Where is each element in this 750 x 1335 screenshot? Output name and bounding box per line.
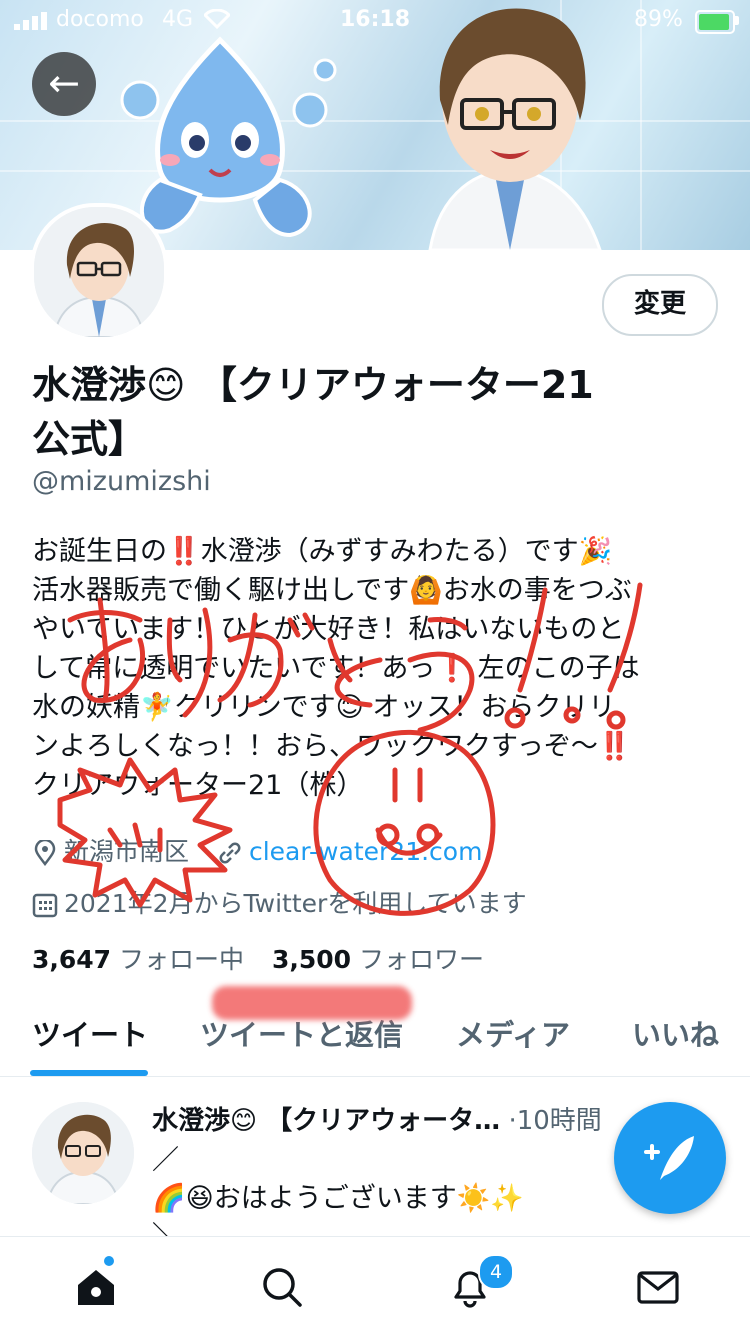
active-tab-indicator [30, 1070, 148, 1076]
calendar-icon [32, 893, 58, 918]
home-icon[interactable] [74, 1265, 118, 1309]
battery-percentage: 89% [634, 7, 683, 32]
tweet-avatar-illustration [32, 1102, 134, 1204]
follow-stats: 3,647 フォロー中 3,500 フォロワー [32, 940, 484, 976]
profile-bio: お誕生日の‼️水澄渉（みずすみわたる）です🎉 活水器販売で働く駆け出しです🙆お水… [32, 532, 722, 805]
home-unread-dot [104, 1256, 114, 1266]
avatar-illustration [34, 207, 164, 337]
tweet-text-line: 🌈😆おはようございます☀️✨ [152, 1183, 525, 1214]
status-bar: docomo 4G 16:18 89% [0, 0, 750, 40]
profile-name-line2: 公式】 [32, 417, 147, 461]
compose-tweet-button[interactable] [614, 1102, 726, 1214]
bio-line: お誕生日の‼️水澄渉（みずすみわたる）です🎉 [32, 536, 613, 567]
link-icon [219, 842, 241, 864]
followers-label: フォロワー [359, 945, 485, 974]
back-button[interactable]: ← [32, 52, 96, 116]
tab-tweets[interactable]: ツイート [32, 1012, 148, 1054]
profile-handle: @mizumizshi [32, 466, 211, 497]
tweet-header: 水澄渉😊 【クリアウォータ… ·10時間 [152, 1100, 602, 1137]
profile-name-line1: 水澄渉😊 【クリアウォーター21 [32, 363, 594, 407]
following-count: 3,647 [32, 945, 112, 974]
profile-avatar[interactable] [30, 203, 168, 341]
bio-line: やいています！ひとが大好き！私はいないものと [32, 614, 625, 645]
following-label: フォロー中 [119, 945, 245, 974]
tweet-text-line: ＼ [152, 1214, 179, 1236]
redaction-mark [212, 986, 412, 1020]
website-link[interactable]: clear-water21.com [249, 837, 482, 866]
profile-name: 水澄渉😊 【クリアウォーター21 公式】 [32, 358, 722, 466]
tweet-time: ·10時間 [508, 1106, 602, 1136]
location-text: 新潟市南区 [64, 837, 190, 866]
tweet-author: 水澄渉😊 【クリアウォータ… [152, 1106, 501, 1136]
bio-line: ンよろしくなっ！！おら、ワックワクすっぞ〜‼️ [32, 731, 632, 762]
following-link[interactable]: 3,647 フォロー中 [32, 945, 244, 974]
bio-line: 活水器販売で働く駆け出しです🙆お水の事をつぶ [32, 575, 632, 606]
tab-media[interactable]: メディア [456, 1012, 570, 1054]
bio-line: 水の妖精🧚クリリンです😊 オッス！おらクリリ [32, 692, 616, 723]
battery-tip [735, 16, 739, 25]
bio-line: して常に透明でいたいです！あっ❗ 左のこの子は [32, 653, 640, 684]
edit-profile-button[interactable]: 変更 [602, 274, 718, 336]
tweet-avatar[interactable] [32, 1102, 134, 1204]
notifications-badge: 4 [478, 1254, 514, 1290]
profile-meta-joined: 2021年2月からTwitterを利用しています [32, 884, 527, 920]
followers-count: 3,500 [272, 945, 352, 974]
profile-meta-location-website: 新潟市南区 clear-water21.com [32, 832, 482, 868]
search-icon[interactable] [260, 1265, 304, 1309]
mail-icon[interactable] [636, 1265, 680, 1309]
tab-likes[interactable]: いいね [632, 1012, 719, 1054]
battery-icon [695, 10, 735, 34]
joined-text: 2021年2月からTwitterを利用しています [64, 889, 527, 918]
followers-link[interactable]: 3,500 フォロワー [272, 945, 484, 974]
bottom-navigation [0, 1236, 750, 1335]
bio-line: クリアウォーター21（株） [32, 770, 364, 801]
tweet-text-line: ／ [152, 1145, 179, 1176]
compose-feather-icon [644, 1136, 694, 1180]
location-pin-icon [34, 840, 56, 866]
arrow-left-icon: ← [48, 61, 80, 105]
